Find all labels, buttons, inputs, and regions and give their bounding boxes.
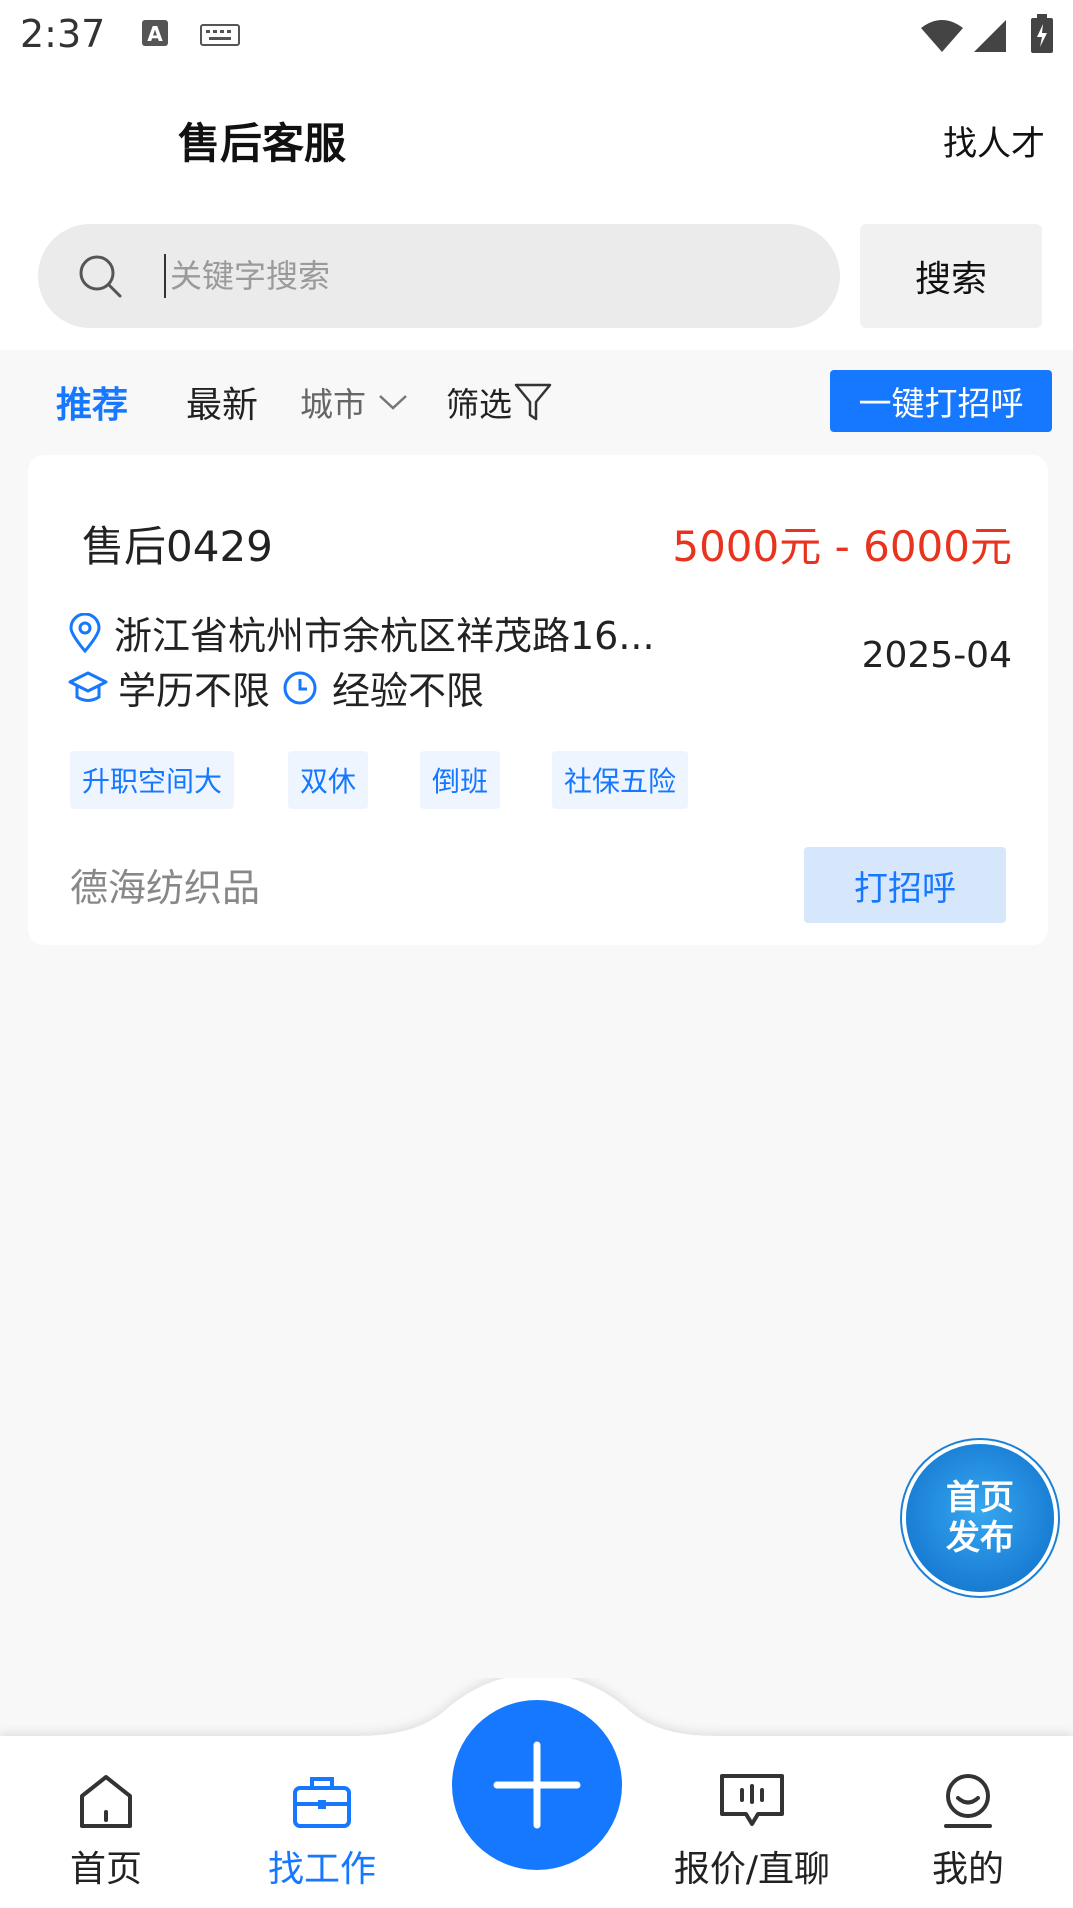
nav-find-job-label: 找工作 [267, 1849, 376, 1890]
input-method-icon: A [140, 18, 170, 52]
job-experience: 经验不限 [332, 669, 485, 713]
filter-label: 筛选 [446, 385, 512, 424]
publish-line-2: 发布 [946, 1518, 1014, 1558]
add-button[interactable] [452, 1700, 622, 1870]
search-input[interactable] [170, 246, 790, 306]
nav-quote-chat-label: 报价/直聊 [673, 1849, 831, 1890]
wifi-icon [920, 18, 964, 58]
greet-button[interactable]: 打招呼 [804, 847, 1006, 923]
status-time: 2:37 [20, 12, 106, 56]
chat-bubble-icon [718, 1772, 786, 1830]
filter-icon [514, 382, 552, 422]
page-title: 售后客服 [178, 119, 347, 168]
job-tag: 倒班 [420, 751, 501, 809]
publish-line-1: 首页 [946, 1478, 1014, 1518]
filter-bar: 推荐 最新 城市 筛选 一键打招呼 [0, 360, 1073, 440]
job-address-row: 浙江省杭州市余杭区祥茂路16... [68, 605, 655, 660]
search-icon [76, 252, 124, 304]
filter-select[interactable]: 筛选 [446, 378, 552, 426]
user-face-icon [936, 1772, 1000, 1830]
status-bar: 2:37 A [0, 0, 1073, 70]
job-education: 学历不限 [118, 669, 271, 713]
greet-all-button[interactable]: 一键打招呼 [830, 370, 1052, 432]
job-date: 2025-04 [861, 635, 1012, 676]
signal-icon [972, 18, 1008, 58]
city-label: 城市 [300, 385, 366, 424]
job-tag: 社保五险 [552, 751, 689, 809]
job-title: 售后0429 [82, 522, 273, 571]
nav-home[interactable]: 首页 [6, 1772, 206, 1892]
company-name: 德海纺织品 [70, 866, 261, 910]
job-tag: 双休 [288, 751, 369, 809]
tab-recommend[interactable]: 推荐 [56, 376, 128, 428]
job-card[interactable]: 售后0429 5000元 - 6000元 浙江省杭州市余杭区祥茂路16... 学… [28, 455, 1048, 945]
find-talent-link[interactable]: 找人才 [943, 116, 1045, 165]
chevron-down-icon [378, 392, 408, 412]
job-address: 浙江省杭州市余杭区祥茂路16... [114, 614, 655, 658]
home-publish-button[interactable]: 首页 发布 [906, 1444, 1054, 1592]
clock-icon [282, 670, 318, 706]
svg-text:A: A [147, 22, 163, 46]
keyboard-icon [200, 24, 240, 50]
job-salary: 5000元 - 6000元 [672, 522, 1012, 571]
briefcase-icon [290, 1772, 354, 1830]
nav-mine[interactable]: 我的 [868, 1772, 1068, 1892]
home-icon [74, 1772, 138, 1830]
search-box[interactable] [38, 224, 840, 328]
job-tag: 升职空间大 [70, 751, 235, 809]
battery-icon [1030, 14, 1054, 58]
search-button[interactable]: 搜索 [860, 224, 1042, 328]
nav-quote-chat[interactable]: 报价/直聊 [652, 1772, 852, 1892]
text-caret [164, 254, 166, 298]
nav-find-job[interactable]: 找工作 [222, 1772, 422, 1892]
header: 售后客服 找人才 搜索 [0, 70, 1073, 350]
plus-icon [493, 1741, 581, 1829]
bottom-nav: 首页 找工作 报价/直聊 我的 [0, 1678, 1073, 1908]
graduation-cap-icon [68, 670, 108, 706]
location-pin-icon [68, 612, 102, 653]
tab-latest[interactable]: 最新 [186, 376, 258, 428]
city-select[interactable]: 城市 [300, 378, 408, 426]
nav-home-label: 首页 [69, 1849, 142, 1890]
nav-mine-label: 我的 [931, 1849, 1004, 1890]
job-requirements-row: 学历不限 经验不限 [68, 660, 484, 715]
